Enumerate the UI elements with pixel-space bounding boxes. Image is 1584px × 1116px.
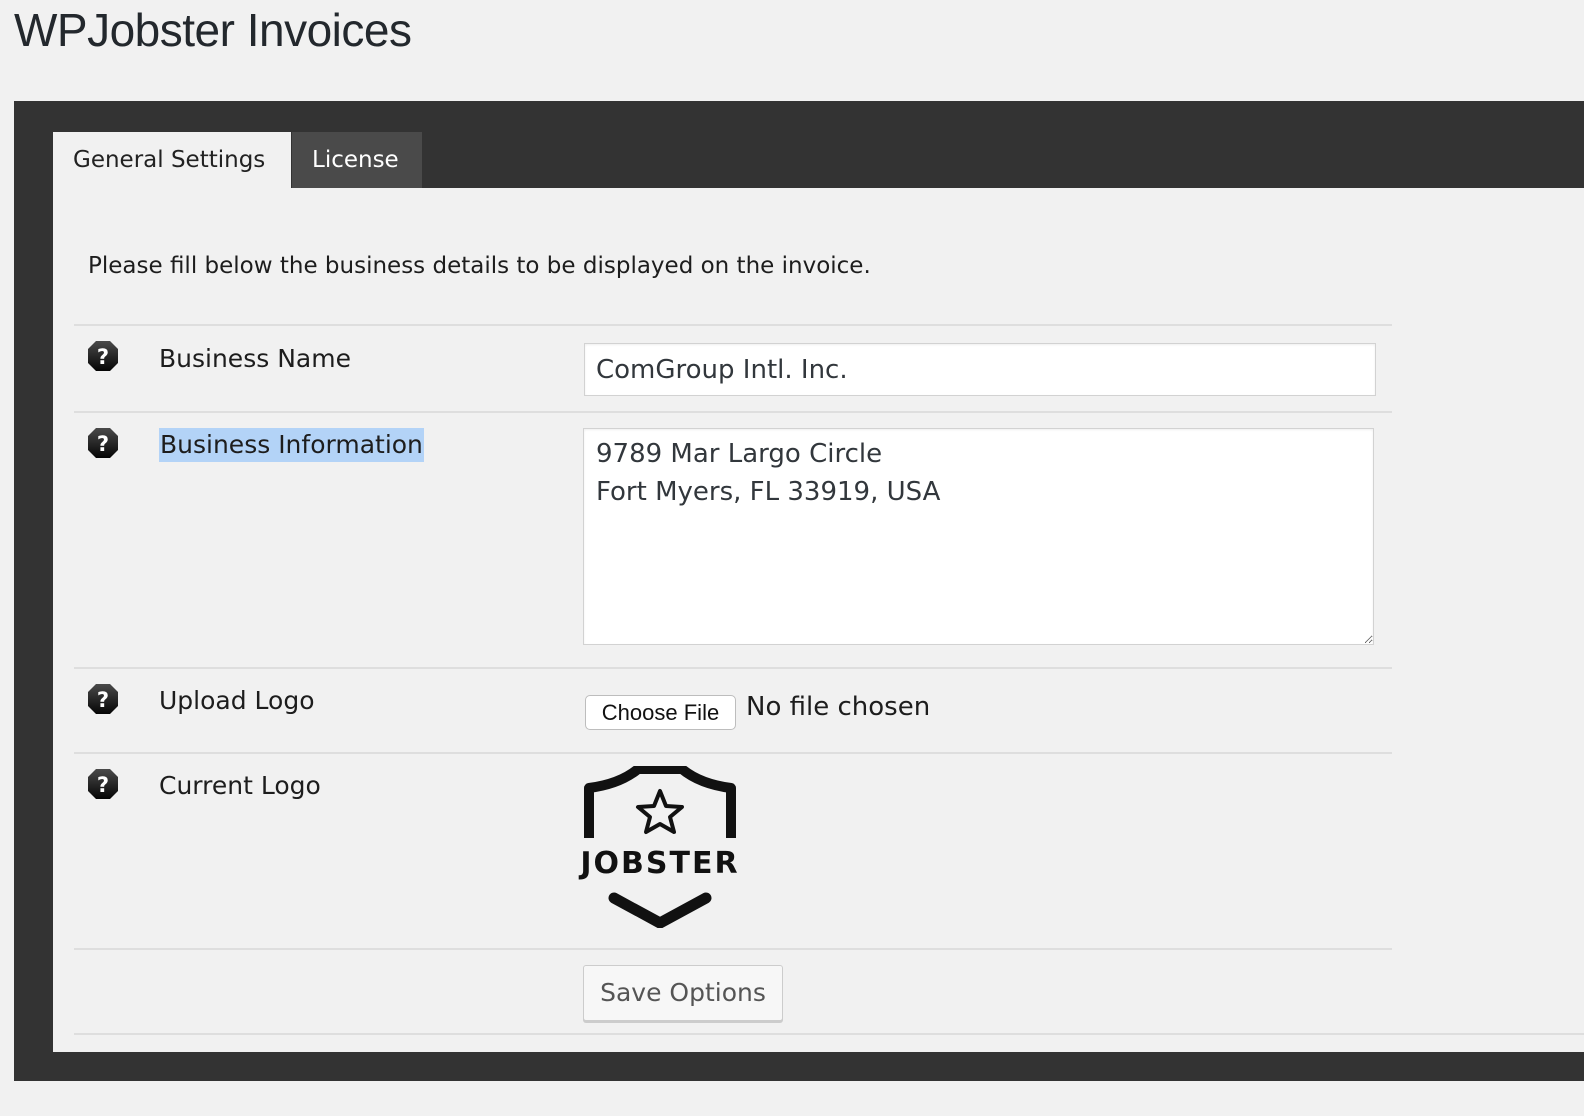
current-logo-label: Current Logo — [159, 771, 321, 800]
svg-text:?: ? — [97, 345, 109, 369]
svg-text:?: ? — [97, 688, 109, 712]
row-divider — [74, 1033, 1584, 1035]
tab-general-settings[interactable]: General Settings — [53, 132, 291, 188]
page-title: WPJobster Invoices — [14, 4, 412, 56]
row-divider — [74, 324, 1392, 326]
row-divider — [74, 411, 1392, 413]
help-icon[interactable]: ? — [87, 340, 119, 372]
business-information-label: Business Information — [159, 428, 424, 462]
star-icon — [636, 789, 684, 834]
row-divider — [74, 948, 1392, 950]
business-information-textarea[interactable] — [583, 428, 1374, 645]
business-name-label: Business Name — [159, 344, 351, 373]
business-name-input[interactable] — [584, 343, 1376, 396]
save-options-button[interactable]: Save Options — [583, 965, 783, 1021]
row-divider — [74, 752, 1392, 754]
choose-file-button[interactable]: Choose File — [585, 695, 736, 730]
help-icon[interactable]: ? — [87, 768, 119, 800]
upload-logo-label: Upload Logo — [159, 686, 315, 715]
form-intro: Please fill below the business details t… — [88, 253, 871, 279]
logo-text: JOBSTER — [580, 846, 740, 881]
help-icon[interactable]: ? — [87, 427, 119, 459]
file-status-text: No file chosen — [746, 692, 931, 722]
row-divider — [74, 667, 1392, 669]
svg-text:?: ? — [97, 432, 109, 456]
help-icon[interactable]: ? — [87, 683, 119, 715]
tab-license[interactable]: License — [292, 132, 422, 188]
svg-text:?: ? — [97, 773, 109, 797]
